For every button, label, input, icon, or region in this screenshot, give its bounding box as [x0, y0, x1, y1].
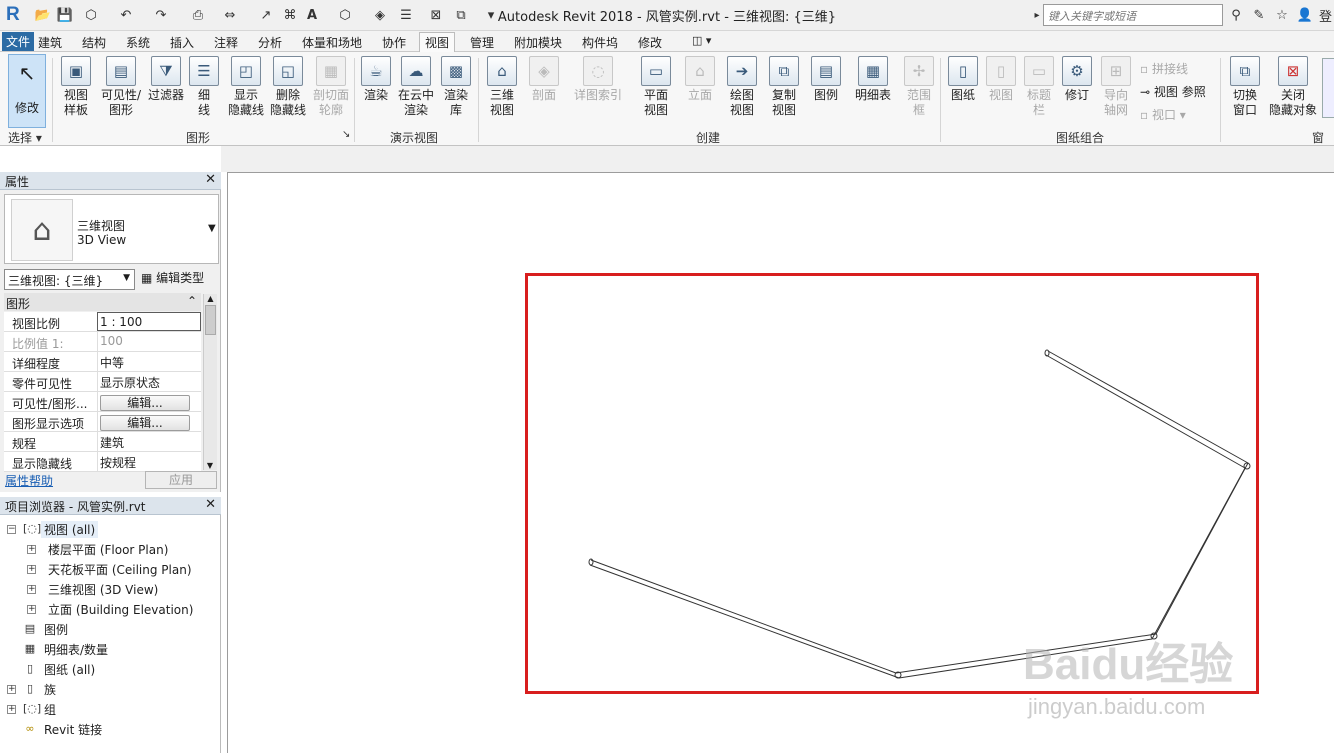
watermark-text: Baidu经验 — [1023, 640, 1234, 689]
watermark-url: jingyan.baidu.com — [1028, 694, 1206, 719]
